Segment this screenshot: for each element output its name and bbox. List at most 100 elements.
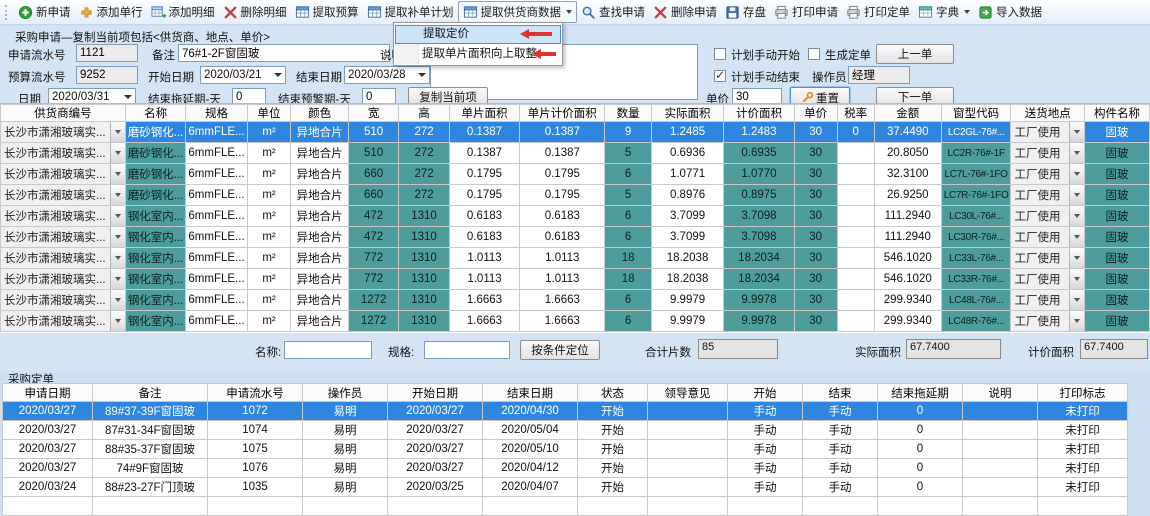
table-cell[interactable]: 3.7098 bbox=[724, 227, 794, 248]
table-cell[interactable] bbox=[648, 478, 728, 497]
table-cell[interactable]: 0 bbox=[878, 478, 963, 497]
table-cell[interactable]: m² bbox=[247, 185, 291, 206]
table-row[interactable]: 长沙市潇湘玻璃实...磨砂钢化...6mmFLE...m²异地合片5102720… bbox=[1, 122, 1150, 143]
manual-end-checkbox[interactable] bbox=[714, 70, 726, 82]
start-date-combo[interactable]: 2020/03/21 bbox=[200, 66, 286, 84]
table-row[interactable]: 长沙市潇湘玻璃实...钢化室内...6mmFLE...m²异地合片4721310… bbox=[1, 227, 1150, 248]
table-cell[interactable]: 异地合片 bbox=[291, 143, 348, 164]
save-button[interactable]: 存盘 bbox=[721, 2, 770, 22]
table-cell[interactable]: 272 bbox=[399, 185, 449, 206]
table-cell[interactable]: 0.8975 bbox=[724, 185, 794, 206]
table-cell[interactable]: 546.1020 bbox=[874, 269, 941, 290]
table-cell[interactable]: 3.7099 bbox=[651, 227, 723, 248]
table-cell[interactable]: 固玻 bbox=[1084, 269, 1149, 290]
table-cell[interactable]: 易明 bbox=[303, 478, 388, 497]
table-cell[interactable]: 2020/03/27 bbox=[388, 440, 483, 459]
table-cell[interactable]: m² bbox=[247, 290, 291, 311]
table-row[interactable]: 长沙市潇湘玻璃实...磨砂钢化...6mmFLE...m²异地合片6602720… bbox=[1, 164, 1150, 185]
table-cell[interactable]: 2020/03/27 bbox=[3, 459, 93, 478]
table-row[interactable]: 2020/03/2774#9F窗固玻1076易明2020/03/272020/0… bbox=[3, 459, 1128, 478]
table-cell[interactable]: 0.6183 bbox=[449, 227, 519, 248]
table-cell[interactable]: LC30L-76#... bbox=[941, 206, 1011, 227]
add-row-button[interactable]: 添加单行 bbox=[75, 2, 147, 22]
locate-button[interactable]: 按条件定位 bbox=[520, 340, 600, 360]
table-cell[interactable]: 固玻 bbox=[1084, 122, 1149, 143]
delivery-combo-cell[interactable]: 工厂使用 bbox=[1011, 206, 1084, 227]
table-cell[interactable]: 2020/03/27 bbox=[388, 459, 483, 478]
table-cell[interactable] bbox=[648, 440, 728, 459]
table-cell[interactable]: 固玻 bbox=[1084, 164, 1149, 185]
table-cell[interactable]: 9.9979 bbox=[651, 311, 723, 332]
combo-arrow-icon[interactable] bbox=[1069, 143, 1084, 163]
table-cell[interactable]: 钢化室内... bbox=[125, 248, 186, 269]
table-cell[interactable]: LC48L-76#... bbox=[941, 290, 1011, 311]
supplier-combo-cell[interactable]: 长沙市潇湘玻璃实... bbox=[1, 164, 126, 185]
table-cell[interactable]: 299.9340 bbox=[874, 311, 941, 332]
table-cell[interactable]: 772 bbox=[348, 248, 398, 269]
combo-arrow-icon[interactable] bbox=[1069, 122, 1084, 142]
table-cell[interactable]: 272 bbox=[399, 143, 449, 164]
combo-arrow-icon[interactable] bbox=[1069, 164, 1084, 184]
new-request-button[interactable]: 新申请 bbox=[14, 2, 75, 22]
supplier-combo-cell[interactable]: 长沙市潇湘玻璃实... bbox=[1, 248, 126, 269]
delivery-combo-cell[interactable]: 工厂使用 bbox=[1011, 248, 1084, 269]
table-cell[interactable] bbox=[837, 248, 874, 269]
combo-arrow-icon[interactable] bbox=[1069, 227, 1084, 247]
combo-arrow-icon[interactable] bbox=[110, 311, 125, 331]
table-cell[interactable] bbox=[837, 143, 874, 164]
table-cell[interactable]: 0.6183 bbox=[449, 206, 519, 227]
table-cell[interactable] bbox=[963, 478, 1038, 497]
table-cell[interactable]: LC2R-76#-1F bbox=[941, 143, 1011, 164]
table-cell[interactable]: m² bbox=[247, 143, 291, 164]
table-cell[interactable]: 1.6663 bbox=[520, 311, 605, 332]
combo-arrow-icon[interactable] bbox=[1069, 269, 1084, 289]
table-cell[interactable]: m² bbox=[247, 206, 291, 227]
table-cell[interactable]: 钢化室内... bbox=[125, 227, 186, 248]
table-cell[interactable]: 9.9979 bbox=[651, 290, 723, 311]
table-cell[interactable]: 660 bbox=[348, 185, 398, 206]
delivery-combo-cell[interactable]: 工厂使用 bbox=[1011, 290, 1084, 311]
table-cell[interactable]: 9.9978 bbox=[724, 290, 794, 311]
table-cell[interactable]: 89#37-39F窗固玻 bbox=[93, 402, 208, 421]
table-row[interactable]: 2020/03/2488#23-27F门顶玻1035易明2020/03/2520… bbox=[3, 478, 1128, 497]
table-cell[interactable]: 20.8050 bbox=[874, 143, 941, 164]
table-cell[interactable]: 固玻 bbox=[1084, 311, 1149, 332]
table-cell[interactable]: 6 bbox=[605, 164, 652, 185]
table-cell[interactable] bbox=[963, 459, 1038, 478]
table-cell[interactable]: 18.2038 bbox=[651, 248, 723, 269]
table-cell[interactable]: 2020/03/27 bbox=[388, 402, 483, 421]
table-cell[interactable]: 磨砂钢化... bbox=[125, 164, 186, 185]
table-cell[interactable]: 异地合片 bbox=[291, 164, 348, 185]
table-cell[interactable]: 异地合片 bbox=[291, 185, 348, 206]
table-cell[interactable]: LC33L-76#... bbox=[941, 248, 1011, 269]
table-cell[interactable]: m² bbox=[247, 122, 291, 143]
table-cell[interactable]: 1.0771 bbox=[651, 164, 723, 185]
table-cell[interactable]: 1310 bbox=[399, 311, 449, 332]
combo-arrow-icon[interactable] bbox=[1069, 248, 1084, 268]
table-cell[interactable]: 0 bbox=[878, 402, 963, 421]
table-cell[interactable]: 1272 bbox=[348, 290, 398, 311]
table-cell[interactable]: 5 bbox=[605, 185, 652, 206]
table-cell[interactable]: 手动 bbox=[803, 459, 878, 478]
table-cell[interactable]: 0 bbox=[837, 122, 874, 143]
table-cell[interactable]: 钢化室内... bbox=[125, 206, 186, 227]
table-cell[interactable]: 2020/04/07 bbox=[483, 478, 578, 497]
table-cell[interactable]: m² bbox=[247, 164, 291, 185]
table-cell[interactable]: 546.1020 bbox=[874, 248, 941, 269]
delete-request-button[interactable]: 删除申请 bbox=[649, 2, 721, 22]
table-cell[interactable]: 易明 bbox=[303, 440, 388, 459]
delivery-combo-cell[interactable]: 工厂使用 bbox=[1011, 164, 1084, 185]
table-cell[interactable]: 0.6935 bbox=[724, 143, 794, 164]
table-cell[interactable]: 6mmFLE... bbox=[186, 290, 247, 311]
combo-arrow-icon[interactable] bbox=[110, 206, 125, 226]
table-row[interactable]: 2020/03/2789#37-39F窗固玻1072易明2020/03/2720… bbox=[3, 402, 1128, 421]
table-cell[interactable]: 26.9250 bbox=[874, 185, 941, 206]
table-cell[interactable]: 2020/04/12 bbox=[483, 459, 578, 478]
table-row[interactable]: 长沙市潇湘玻璃实...钢化室内...6mmFLE...m²异地合片1272131… bbox=[1, 311, 1150, 332]
table-cell[interactable]: 手动 bbox=[728, 402, 803, 421]
print-request-button[interactable]: 打印申请 bbox=[770, 2, 842, 22]
table-cell[interactable] bbox=[648, 459, 728, 478]
combo-arrow-icon[interactable] bbox=[1069, 311, 1084, 331]
table-cell[interactable]: 2020/03/27 bbox=[3, 440, 93, 459]
table-cell[interactable]: LC7R-76#-1FO bbox=[941, 185, 1011, 206]
